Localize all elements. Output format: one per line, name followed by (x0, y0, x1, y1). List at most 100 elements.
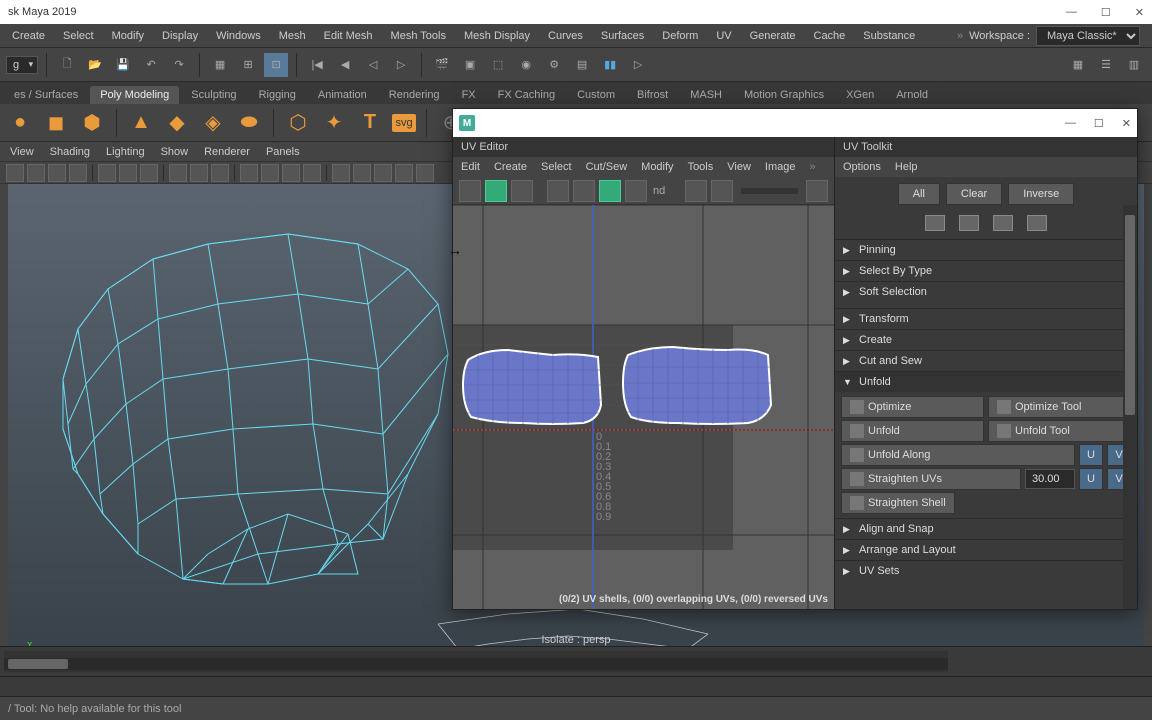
menu-mesh[interactable]: Mesh (279, 30, 306, 42)
section-arrange-layout[interactable]: ▶Arrange and Layout (835, 540, 1137, 560)
uv-menu-tools[interactable]: Tools (688, 161, 714, 173)
step-fwd-icon[interactable]: ▷ (389, 53, 413, 77)
section-align-snap[interactable]: ▶Align and Snap (835, 519, 1137, 539)
panel-shading[interactable]: Shading (50, 146, 90, 158)
new-scene-icon[interactable]: 🗋 (55, 53, 79, 77)
render-seq-icon[interactable]: ▤ (570, 53, 594, 77)
save-scene-icon[interactable]: 💾 (111, 53, 135, 77)
play-back-icon[interactable]: ◀ (333, 53, 357, 77)
snap-grid-icon[interactable]: ⊞ (236, 53, 260, 77)
uv-lattice-icon[interactable] (459, 180, 481, 202)
section-uv-sets[interactable]: ▶UV Sets (835, 561, 1137, 581)
menuset-dropdown[interactable]: g (6, 56, 38, 74)
isolate-select-icon[interactable] (416, 164, 434, 182)
wireframe-icon[interactable] (240, 164, 258, 182)
uv-canvas[interactable]: 00.10.2 0.30.40.5 0.60.80.9 (0/2) UV she… (453, 205, 834, 609)
straighten-angle-input[interactable] (1025, 469, 1075, 489)
section-soft-selection[interactable]: ▶Soft Selection (835, 282, 1137, 302)
uv-grid-toggle-icon[interactable] (599, 180, 621, 202)
tab-custom[interactable]: Custom (567, 86, 625, 104)
2d-pan-icon[interactable] (98, 164, 116, 182)
uv-menu-select[interactable]: Select (541, 161, 572, 173)
panel-lighting[interactable]: Lighting (106, 146, 145, 158)
grid-toggle-icon[interactable] (140, 164, 158, 182)
render-frame-icon[interactable]: ▣ (458, 53, 482, 77)
poly-sphere-icon[interactable]: ● (6, 109, 34, 137)
toolkit-menu-help[interactable]: Help (895, 161, 918, 173)
uv-isolate-icon[interactable] (625, 180, 647, 202)
poly-type-icon[interactable]: T (356, 109, 384, 137)
menu-meshtools[interactable]: Mesh Tools (391, 30, 446, 42)
attr-editor-icon[interactable]: ☰ (1094, 53, 1118, 77)
pause-icon[interactable]: ▮▮ (598, 53, 622, 77)
uv-window-titlebar[interactable]: M — ☐ ✕ (453, 109, 1137, 137)
uv-menu-image[interactable]: Image (765, 161, 796, 173)
toolkit-scrollbar[interactable] (1123, 205, 1137, 609)
tab-mash[interactable]: MASH (680, 86, 732, 104)
channel-box-icon[interactable]: ▥ (1122, 53, 1146, 77)
uv-menu-modify[interactable]: Modify (641, 161, 673, 173)
xray-icon[interactable] (395, 164, 413, 182)
uv-mode-icon[interactable] (1027, 215, 1047, 231)
redo-icon[interactable]: ↷ (167, 53, 191, 77)
menu-create[interactable]: Create (12, 30, 45, 42)
layout-icon[interactable]: ▦ (1066, 53, 1090, 77)
uv-checker-icon[interactable] (685, 180, 707, 202)
resolution-gate-icon[interactable] (190, 164, 208, 182)
face-mode-icon[interactable] (993, 215, 1013, 231)
tab-fx[interactable]: FX (452, 86, 486, 104)
render-view-icon[interactable]: 🎬 (430, 53, 454, 77)
menu-editmesh[interactable]: Edit Mesh (324, 30, 373, 42)
uv-dimmed-icon[interactable] (573, 180, 595, 202)
poly-disc-icon[interactable]: ⬬ (235, 109, 263, 137)
gate-mask-icon[interactable] (211, 164, 229, 182)
panel-show[interactable]: Show (161, 146, 189, 158)
uv-menu-view[interactable]: View (727, 161, 751, 173)
panel-panels[interactable]: Panels (266, 146, 300, 158)
step-back-icon[interactable]: ◁ (361, 53, 385, 77)
use-lights-icon[interactable] (303, 164, 321, 182)
uv-snap-icon[interactable] (511, 180, 533, 202)
camera-attr-icon[interactable] (27, 164, 45, 182)
uv-menu-edit[interactable]: Edit (461, 161, 480, 173)
grease-pencil-icon[interactable] (119, 164, 137, 182)
uv-menu-create[interactable]: Create (494, 161, 527, 173)
tab-poly-modeling[interactable]: Poly Modeling (90, 86, 179, 104)
menu-surfaces[interactable]: Surfaces (601, 30, 644, 42)
textured-icon[interactable] (282, 164, 300, 182)
edge-mode-icon[interactable] (959, 215, 979, 231)
unfold-tool-button[interactable]: Unfold Tool (988, 420, 1131, 442)
tab-arnold[interactable]: Arnold (886, 86, 938, 104)
panel-view[interactable]: View (10, 146, 34, 158)
close-button[interactable]: ✕ (1135, 6, 1144, 19)
menu-substance[interactable]: Substance (863, 30, 915, 42)
menu-curves[interactable]: Curves (548, 30, 583, 42)
menu-uv[interactable]: UV (716, 30, 731, 42)
section-select-by-type[interactable]: ▶Select By Type (835, 261, 1137, 281)
poly-torus-icon[interactable]: ◈ (199, 109, 227, 137)
uv-dim-slider[interactable] (741, 188, 798, 194)
optimize-button[interactable]: Optimize (841, 396, 984, 418)
section-transform[interactable]: ▶Transform (835, 309, 1137, 329)
uv-baked-icon[interactable] (711, 180, 733, 202)
section-cut-and-sew[interactable]: ▶Cut and Sew (835, 351, 1137, 371)
render-settings-icon[interactable]: ⚙ (542, 53, 566, 77)
tab-curves-surfaces[interactable]: es / Surfaces (4, 86, 88, 104)
uv-shell-icon[interactable] (485, 180, 507, 202)
render-region-icon[interactable]: ◉ (514, 53, 538, 77)
camera-select-icon[interactable] (6, 164, 24, 182)
straighten-shell-button[interactable]: Straighten Shell (841, 492, 955, 514)
maximize-button[interactable]: ☐ (1101, 6, 1111, 19)
uv-minimize-button[interactable]: — (1065, 117, 1076, 130)
smooth-shade-icon[interactable] (261, 164, 279, 182)
unfold-button[interactable]: Unfold (841, 420, 984, 442)
ao-icon[interactable] (353, 164, 371, 182)
tab-bifrost[interactable]: Bifrost (627, 86, 678, 104)
uv-maximize-button[interactable]: ☐ (1094, 117, 1104, 130)
poly-plane-icon[interactable]: ◆ (163, 109, 191, 137)
section-pinning[interactable]: ▶Pinning (835, 240, 1137, 260)
uv-close-button[interactable]: ✕ (1122, 117, 1131, 130)
range-slider[interactable] (0, 676, 1152, 696)
film-gate-icon[interactable] (169, 164, 187, 182)
bookmark-icon[interactable] (48, 164, 66, 182)
